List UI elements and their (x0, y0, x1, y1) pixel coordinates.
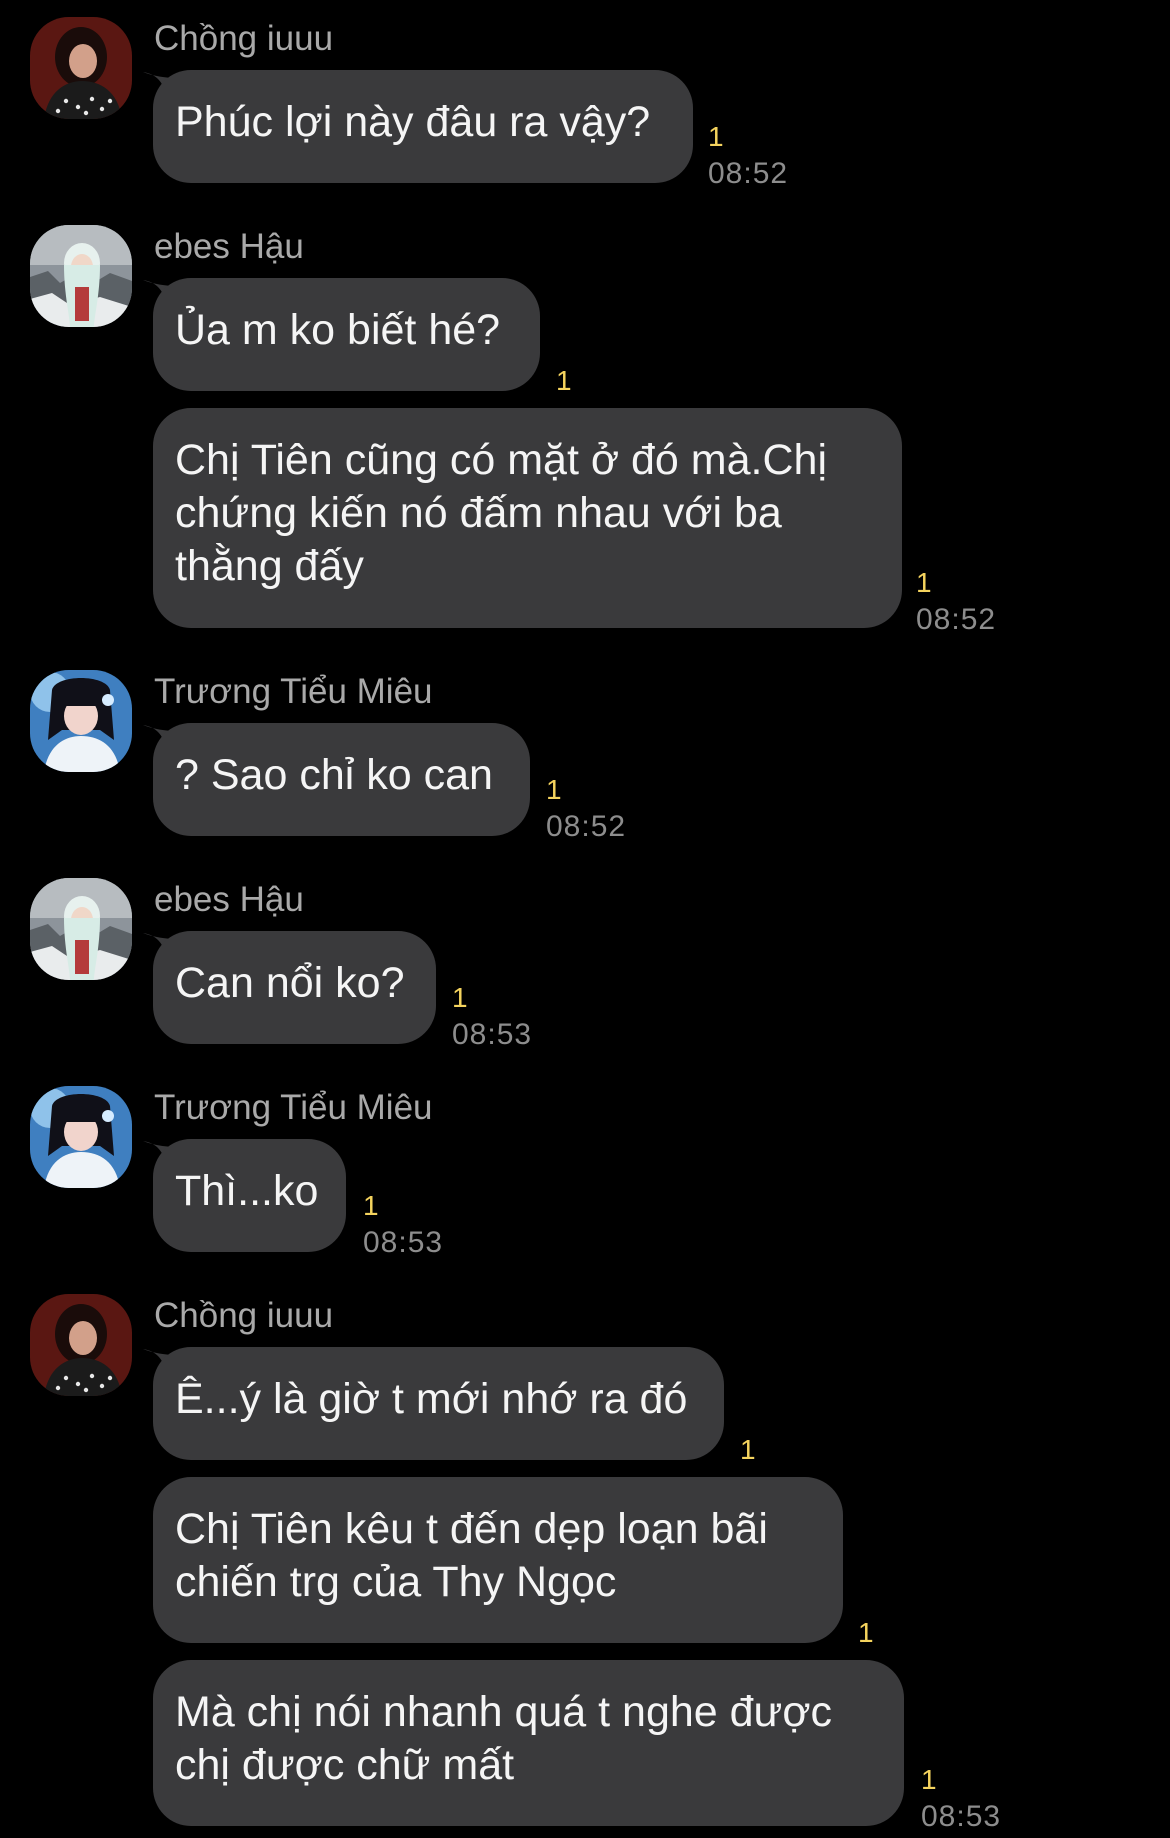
message-text-line: Phúc lợi này đâu ra vậy? (175, 98, 651, 146)
message-text-line: thằng đấy (175, 542, 364, 590)
message-bubble[interactable]: Chị Tiên kêu t đến dẹp loạn bãi chiến tr… (153, 1477, 843, 1643)
message-text-line: Can nổi ko? (175, 959, 405, 1007)
message-text-line: chị được chữ mất (175, 1741, 515, 1789)
avatar-truong-tieu-mieu[interactable] (30, 670, 132, 772)
unread-count: 1 (708, 121, 724, 152)
unread-count: 1 (452, 982, 468, 1013)
avatar-chong-iuuu-image (30, 17, 132, 119)
unread-count: 1 (916, 567, 932, 598)
avatar-truong-tieu-mieu[interactable] (30, 1086, 132, 1188)
unread-count: 1 (858, 1617, 874, 1648)
unread-count: 1 (363, 1190, 379, 1221)
message-text-line: Ê...ý là giờ t mới nhớ ra đó (175, 1375, 688, 1423)
message-time: 08:53 (921, 1800, 1002, 1833)
message-bubble[interactable]: Can nổi ko? (153, 931, 436, 1044)
message-bubble[interactable]: Mà chị nói nhanh quá t nghe được chị đượ… (153, 1660, 904, 1826)
message-text-line: Ủa m ko biết hé? (175, 306, 501, 354)
message-text-line: Chị Tiên kêu t đến dẹp loạn bãi (175, 1505, 768, 1553)
unread-count: 1 (740, 1434, 756, 1465)
avatar-ebes-hau-image (30, 225, 132, 327)
avatar-truong-tieu-mieu-image (30, 670, 132, 772)
message-bubble[interactable]: Thì...ko (153, 1139, 346, 1252)
message-time: 08:52 (916, 603, 997, 636)
sender-name: Chồng iuuu (154, 19, 334, 58)
message-time: 08:52 (708, 157, 789, 190)
message-bubble[interactable]: Ê...ý là giờ t mới nhớ ra đó (153, 1347, 724, 1460)
unread-count: 1 (921, 1764, 937, 1795)
message-text-line: Mà chị nói nhanh quá t nghe được (175, 1688, 833, 1736)
sender-name: Trương Tiểu Miêu (154, 672, 433, 711)
avatar-ebes-hau[interactable] (30, 225, 132, 327)
avatar-ebes-hau-image (30, 878, 132, 980)
message-time: 08:53 (363, 1226, 444, 1259)
avatar-ebes-hau[interactable] (30, 878, 132, 980)
unread-count: 1 (556, 365, 572, 396)
sender-name: Chồng iuuu (154, 1296, 334, 1335)
message-text-line: Thì...ko (175, 1167, 319, 1215)
message-bubble[interactable]: Ủa m ko biết hé? (153, 278, 540, 391)
sender-name: Trương Tiểu Miêu (154, 1088, 433, 1127)
sender-name: ebes Hậu (154, 227, 304, 266)
unread-count: 1 (546, 774, 562, 805)
message-bubble[interactable]: Chị Tiên cũng có mặt ở đó mà.Chị chứng k… (153, 408, 902, 628)
avatar-chong-iuuu-image (30, 1294, 132, 1396)
avatar-chong-iuuu[interactable] (30, 1294, 132, 1396)
message-text-line: ? Sao chỉ ko can (175, 751, 493, 799)
message-text-line: Chị Tiên cũng có mặt ở đó mà.Chị (175, 436, 827, 484)
message-text-line: chứng kiến nó đấm nhau với ba (175, 489, 782, 537)
avatar-chong-iuuu[interactable] (30, 17, 132, 119)
sender-name: ebes Hậu (154, 880, 304, 919)
message-bubble[interactable]: ? Sao chỉ ko can (153, 723, 530, 836)
message-time: 08:52 (546, 810, 627, 843)
message-text-line: chiến trg của Thy Ngọc (175, 1558, 617, 1606)
chat-message-list[interactable]: Chồng iuuu Phúc lợi này đâu ra vậy? 1 08… (0, 0, 1170, 1838)
message-bubble[interactable]: Phúc lợi này đâu ra vậy? (153, 70, 693, 183)
avatar-truong-tieu-mieu-image (30, 1086, 132, 1188)
message-time: 08:53 (452, 1018, 533, 1051)
